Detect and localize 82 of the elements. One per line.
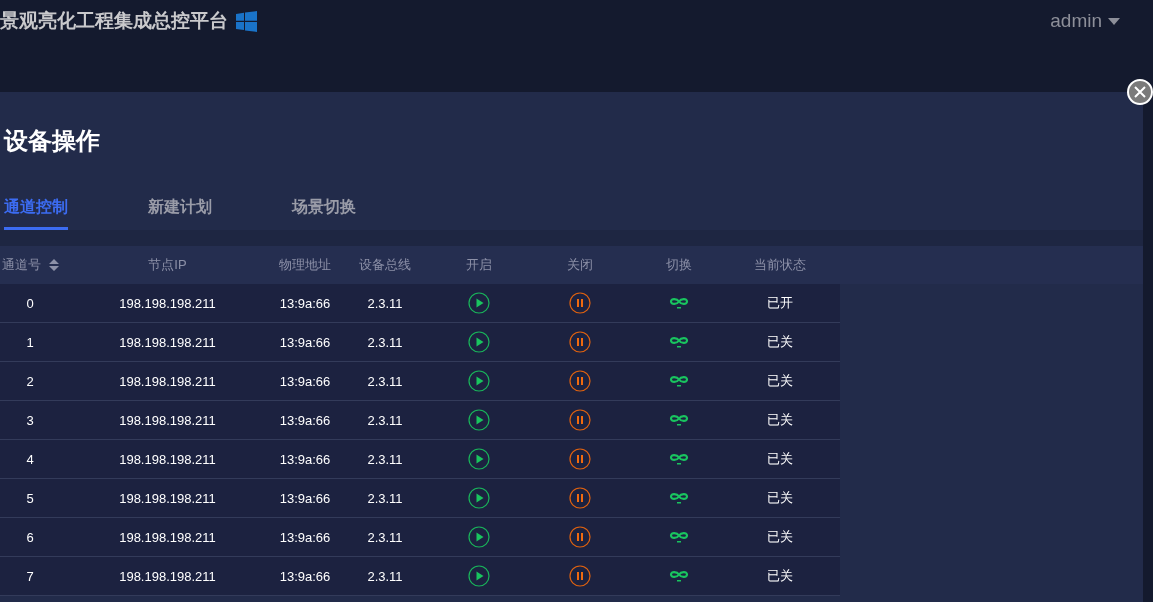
tab[interactable]: 新建计划 (148, 197, 212, 230)
table-cell: 6 (26, 529, 34, 545)
table-cell: 13:9a:66 (279, 490, 331, 506)
infinity-icon[interactable] (669, 336, 689, 348)
play-button[interactable] (468, 526, 490, 548)
status-text: 已关 (767, 567, 793, 585)
table-cell: 13:9a:66 (279, 295, 331, 311)
status-text: 已关 (767, 411, 793, 429)
table-cell: 2.3.11 (367, 373, 403, 389)
table-cell: 198.198.198.211 (119, 490, 216, 506)
table-cell: 2.3.11 (367, 568, 403, 584)
pause-button[interactable] (569, 487, 591, 509)
column-header: 开启 (466, 257, 492, 272)
table-cell: 198.198.198.211 (119, 451, 216, 467)
table-cell: 198.198.198.211 (119, 568, 216, 584)
infinity-icon[interactable] (669, 297, 689, 309)
close-icon (1134, 86, 1146, 98)
pause-button[interactable] (569, 448, 591, 470)
status-text: 已关 (767, 528, 793, 546)
table-cell: 2.3.11 (367, 412, 403, 428)
table-cell: 7 (26, 568, 34, 584)
table-cell: 198.198.198.211 (119, 412, 216, 428)
table-cell: 2.3.11 (367, 295, 403, 311)
column-header: 设备总线 (359, 257, 411, 272)
caret-icon (1108, 17, 1120, 25)
play-button[interactable] (468, 565, 490, 587)
status-text: 已关 (767, 372, 793, 390)
column-header: 关闭 (567, 257, 593, 272)
infinity-icon[interactable] (669, 453, 689, 465)
infinity-icon[interactable] (669, 414, 689, 426)
column-header: 切换 (666, 257, 692, 272)
status-text: 已关 (767, 333, 793, 351)
dialog-title: 设备操作 (2, 126, 101, 156)
pause-button[interactable] (569, 565, 591, 587)
app-title: 景观亮化工程集成总控平台 (0, 9, 228, 33)
status-text: 已开 (767, 294, 793, 312)
table-cell: 198.198.198.211 (119, 295, 216, 311)
infinity-icon[interactable] (669, 570, 689, 582)
table-cell: 1 (26, 334, 34, 350)
play-button[interactable] (468, 409, 490, 431)
pause-button[interactable] (569, 526, 591, 548)
table-cell: 13:9a:66 (279, 412, 331, 428)
table-cell: 13:9a:66 (279, 451, 331, 467)
column-header: 节点IP (148, 257, 187, 272)
pause-button[interactable] (569, 331, 591, 353)
play-button[interactable] (468, 292, 490, 314)
table-cell: 13:9a:66 (279, 334, 331, 350)
status-text: 已关 (767, 450, 793, 468)
table-cell: 4 (26, 451, 34, 467)
infinity-icon[interactable] (669, 531, 689, 543)
sort-icon[interactable] (49, 259, 59, 271)
table-cell: 5 (26, 490, 34, 506)
close-button[interactable] (1127, 79, 1153, 105)
table-cell: 2.3.11 (367, 529, 403, 545)
tab[interactable]: 场景切换 (292, 197, 356, 230)
infinity-icon[interactable] (669, 375, 689, 387)
table-cell: 2.3.11 (367, 490, 403, 506)
column-header: 当前状态 (754, 257, 806, 272)
windows-logo-icon (236, 10, 257, 32)
table-cell: 13:9a:66 (279, 568, 331, 584)
pause-button[interactable] (569, 370, 591, 392)
pause-button[interactable] (569, 292, 591, 314)
table-cell: 13:9a:66 (279, 373, 331, 389)
table-cell: 198.198.198.211 (119, 334, 216, 350)
user-menu[interactable]: admin (1050, 8, 1120, 32)
table-cell: 2.3.11 (367, 451, 403, 467)
pause-button[interactable] (569, 409, 591, 431)
play-button[interactable] (468, 487, 490, 509)
table-cell: 0 (26, 295, 34, 311)
table-cell: 3 (26, 412, 34, 428)
column-header: 物理地址 (279, 257, 331, 272)
play-button[interactable] (468, 370, 490, 392)
play-button[interactable] (468, 448, 490, 470)
column-header[interactable]: 通道号 (2, 256, 41, 274)
table-cell: 2.3.11 (367, 334, 403, 350)
table-cell: 13:9a:66 (279, 529, 331, 545)
status-text: 已关 (767, 489, 793, 507)
table-cell: 2 (26, 373, 34, 389)
table-cell: 198.198.198.211 (119, 373, 216, 389)
infinity-icon[interactable] (669, 492, 689, 504)
table-cell: 198.198.198.211 (119, 529, 216, 545)
play-button[interactable] (468, 331, 490, 353)
